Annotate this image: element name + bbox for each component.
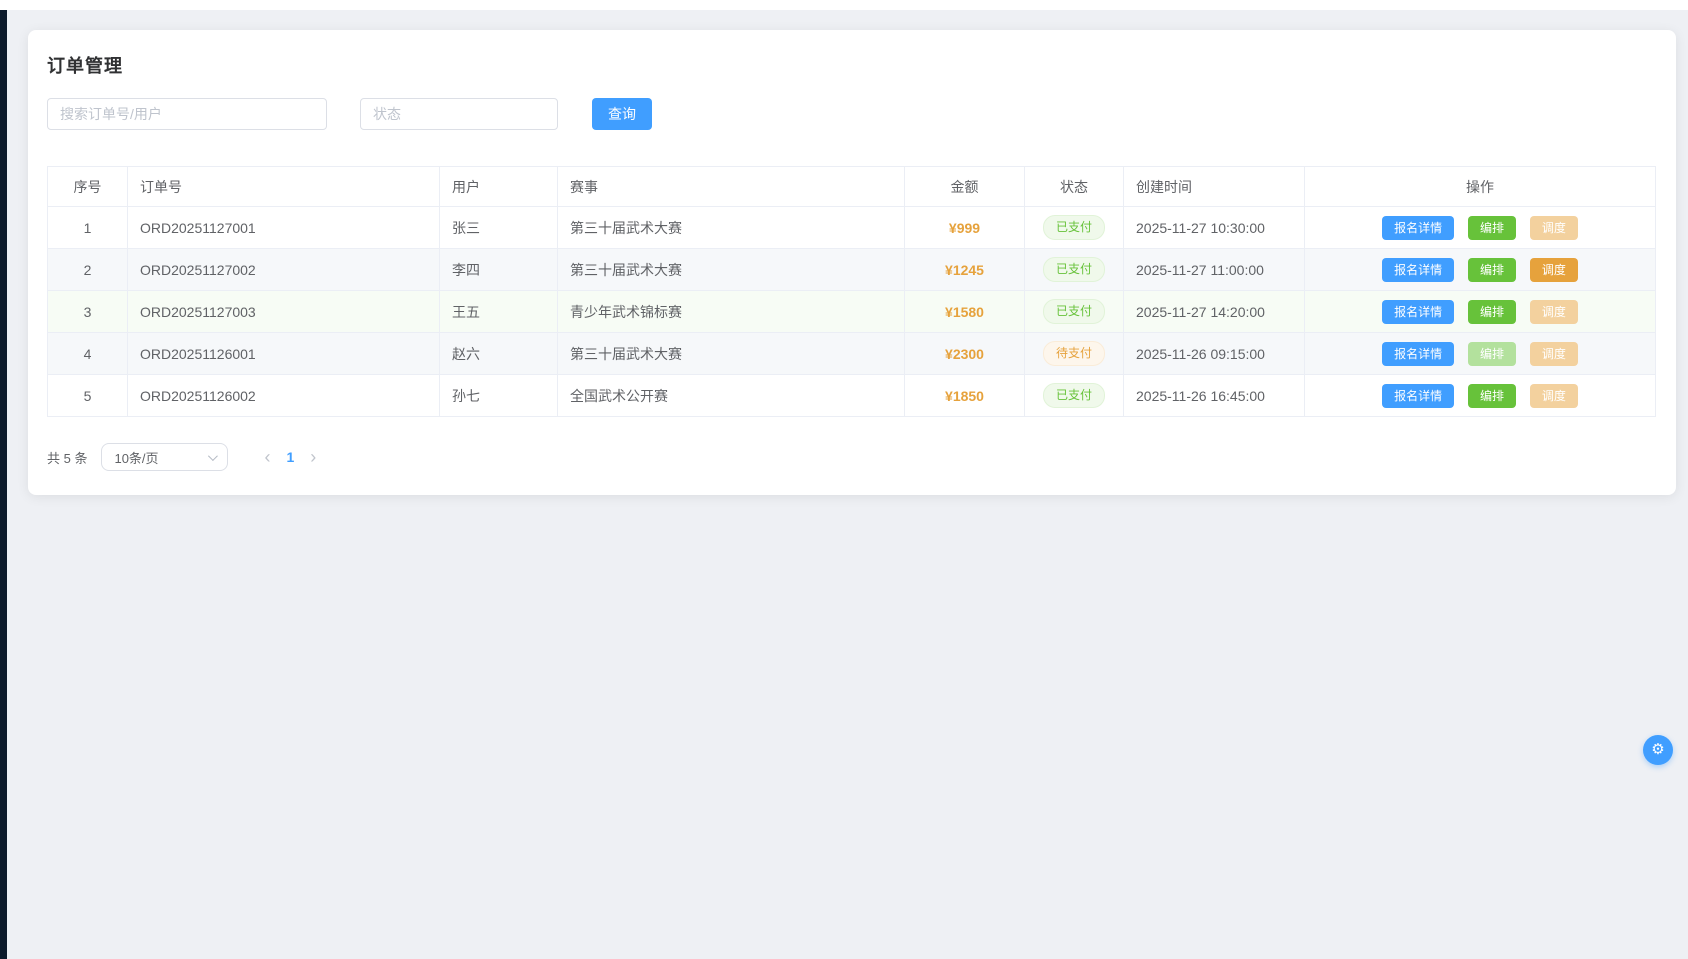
search-input[interactable] (47, 98, 327, 130)
cell-amount: ¥1580 (905, 291, 1025, 333)
cell-order-no: ORD20251126002 (128, 375, 440, 417)
status-badge: 待支付 (1043, 341, 1105, 366)
cell-created-time: 2025-11-26 16:45:00 (1124, 375, 1305, 417)
registration-detail-button[interactable]: 报名详情 (1382, 300, 1454, 324)
header-status: 状态 (1025, 167, 1124, 207)
header-event: 赛事 (558, 167, 905, 207)
cell-order-no: ORD20251126001 (128, 333, 440, 375)
cell-amount: ¥999 (905, 207, 1025, 249)
cell-amount: ¥1245 (905, 249, 1025, 291)
dispatch-button[interactable]: 调度 (1530, 384, 1578, 408)
cell-index: 2 (48, 249, 128, 291)
cell-created-time: 2025-11-27 10:30:00 (1124, 207, 1305, 249)
cell-index: 5 (48, 375, 128, 417)
cell-index: 1 (48, 207, 128, 249)
filter-bar: 查询 (47, 98, 1657, 130)
cell-created-time: 2025-11-27 11:00:00 (1124, 249, 1305, 291)
cell-event: 青少年武术锦标赛 (558, 291, 905, 333)
arrange-button[interactable]: 编排 (1468, 258, 1516, 282)
arrange-button[interactable]: 编排 (1468, 300, 1516, 324)
cell-index: 3 (48, 291, 128, 333)
arrange-button[interactable]: 编排 (1468, 216, 1516, 240)
header-order-no: 订单号 (128, 167, 440, 207)
page-size-value: 10条/页 (114, 448, 158, 467)
cell-order-no: ORD20251127001 (128, 207, 440, 249)
registration-detail-button[interactable]: 报名详情 (1382, 384, 1454, 408)
cell-user: 王五 (440, 291, 558, 333)
table-row: 3 ORD20251127003 王五 青少年武术锦标赛 ¥1580 已支付 2… (48, 291, 1656, 333)
cell-user: 张三 (440, 207, 558, 249)
status-filter-input[interactable] (360, 98, 558, 130)
cell-order-no: ORD20251127003 (128, 291, 440, 333)
cell-user: 孙七 (440, 375, 558, 417)
cell-amount: ¥2300 (905, 333, 1025, 375)
cell-index: 4 (48, 333, 128, 375)
table-header-row: 序号 订单号 用户 赛事 金额 状态 创建时间 操作 (48, 167, 1656, 207)
cell-user: 李四 (440, 249, 558, 291)
cell-created-time: 2025-11-27 14:20:00 (1124, 291, 1305, 333)
table-row: 2 ORD20251127002 李四 第三十届武术大赛 ¥1245 已支付 2… (48, 249, 1656, 291)
dispatch-button[interactable]: 调度 (1530, 342, 1578, 366)
total-count-label: 共 5 条 (47, 448, 87, 467)
table-row: 4 ORD20251126001 赵六 第三十届武术大赛 ¥2300 待支付 2… (48, 333, 1656, 375)
page-size-select[interactable]: 10条/页 (101, 443, 228, 471)
registration-detail-button[interactable]: 报名详情 (1382, 342, 1454, 366)
dispatch-button[interactable]: 调度 (1530, 300, 1578, 324)
prev-page-button[interactable]: ‹ (258, 444, 276, 470)
cell-user: 赵六 (440, 333, 558, 375)
top-header-strip (0, 0, 1688, 10)
pager: ‹ 1 › (258, 444, 322, 470)
registration-detail-button[interactable]: 报名详情 (1382, 258, 1454, 282)
table-row: 1 ORD20251127001 张三 第三十届武术大赛 ¥999 已支付 20… (48, 207, 1656, 249)
cell-created-time: 2025-11-26 09:15:00 (1124, 333, 1305, 375)
chevron-down-icon (208, 451, 218, 461)
dispatch-button[interactable]: 调度 (1530, 258, 1578, 282)
header-user: 用户 (440, 167, 558, 207)
arrange-button[interactable]: 编排 (1468, 384, 1516, 408)
current-page-button[interactable]: 1 (276, 449, 304, 465)
gear-icon: ⚙ (1651, 741, 1664, 758)
table-row: 5 ORD20251126002 孙七 全国武术公开赛 ¥1850 已支付 20… (48, 375, 1656, 417)
cell-event: 第三十届武术大赛 (558, 249, 905, 291)
pagination: 共 5 条 10条/页 ‹ 1 › (47, 443, 1657, 471)
status-badge: 已支付 (1043, 383, 1105, 408)
header-index: 序号 (48, 167, 128, 207)
sidebar-strip (0, 10, 7, 959)
page-title: 订单管理 (47, 52, 1657, 78)
header-created-time: 创建时间 (1124, 167, 1305, 207)
header-amount: 金额 (905, 167, 1025, 207)
arrange-button[interactable]: 编排 (1468, 342, 1516, 366)
status-badge: 已支付 (1043, 299, 1105, 324)
cell-event: 全国武术公开赛 (558, 375, 905, 417)
query-button[interactable]: 查询 (592, 98, 652, 130)
dispatch-button[interactable]: 调度 (1530, 216, 1578, 240)
cell-order-no: ORD20251127002 (128, 249, 440, 291)
order-management-card: 订单管理 查询 序号 订单号 用户 赛事 金额 状态 创建时间 操作 1 ORD… (28, 30, 1676, 495)
header-actions: 操作 (1305, 167, 1656, 207)
cell-event: 第三十届武术大赛 (558, 333, 905, 375)
status-badge: 已支付 (1043, 215, 1105, 240)
settings-fab[interactable]: ⚙ (1643, 735, 1673, 765)
next-page-button[interactable]: › (304, 444, 322, 470)
status-badge: 已支付 (1043, 257, 1105, 282)
orders-table: 序号 订单号 用户 赛事 金额 状态 创建时间 操作 1 ORD20251127… (47, 166, 1656, 417)
registration-detail-button[interactable]: 报名详情 (1382, 216, 1454, 240)
cell-amount: ¥1850 (905, 375, 1025, 417)
cell-event: 第三十届武术大赛 (558, 207, 905, 249)
